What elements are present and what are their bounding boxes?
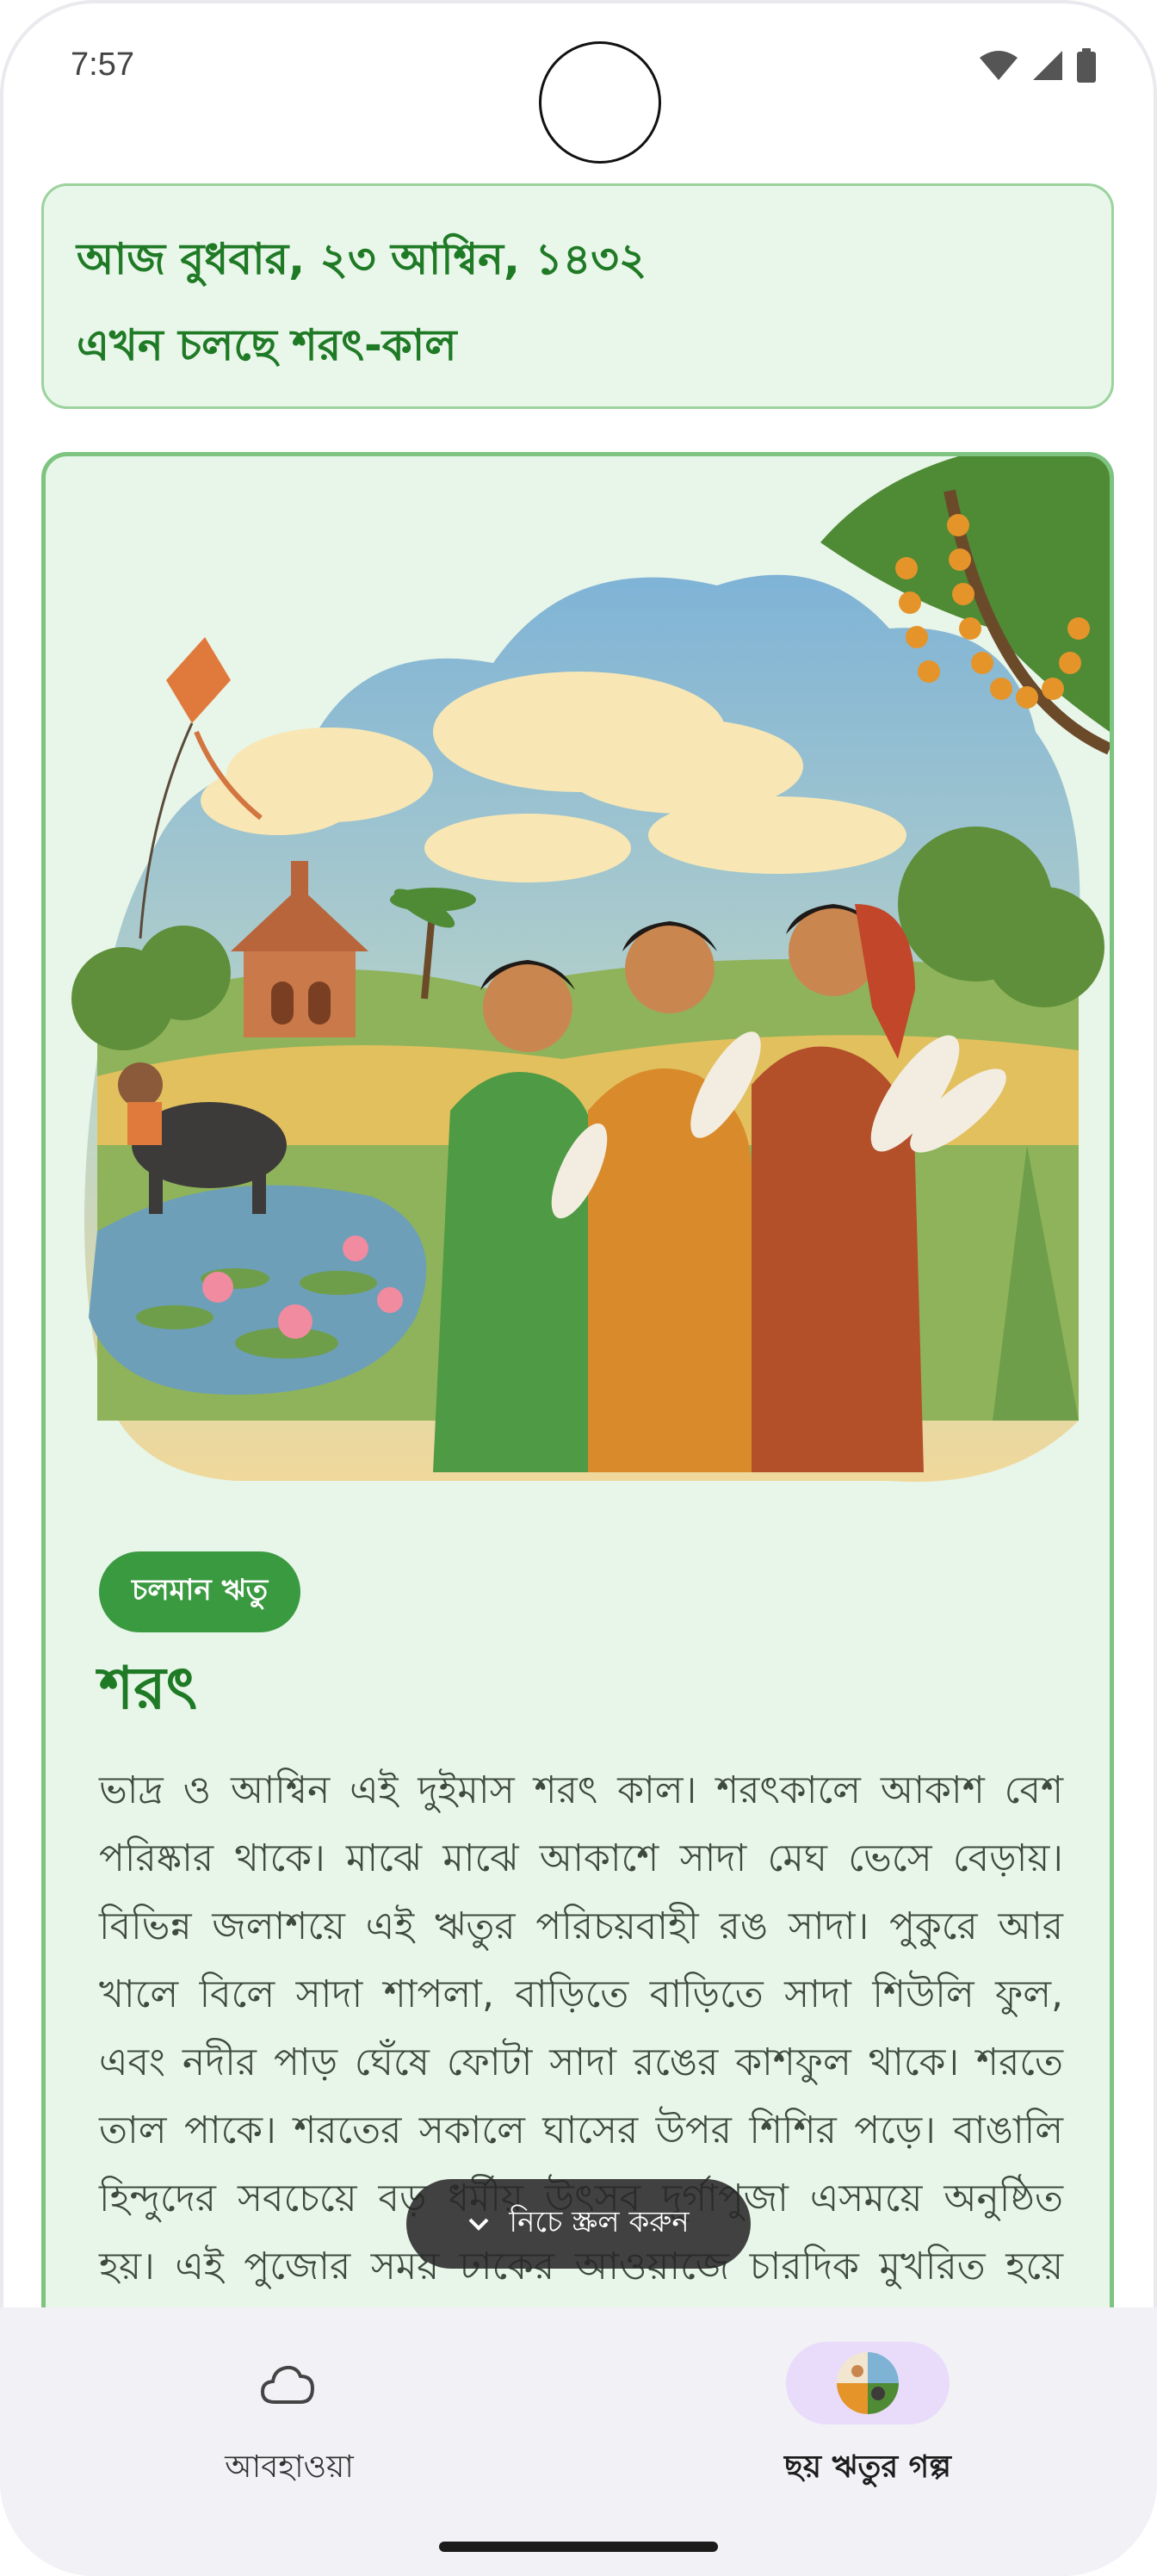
nav-label-seasons: ছয় ঋতুর গল্প xyxy=(784,2449,951,2485)
battery-icon xyxy=(1077,48,1096,83)
season-card: চলমান ঋতু শরৎ ভাদ্র ও আশ্বিন এই দুইমাস শ… xyxy=(41,452,1114,2346)
phone-screen: 7:57 আজ বুধবার, ২৩ আশ্বিন, ১৪৩২ এখন চলছে… xyxy=(0,0,1157,2576)
nav-item-seasons[interactable]: ছয় ঋতুর গল্প xyxy=(687,2342,1049,2495)
cloud-icon xyxy=(260,2365,315,2404)
current-season-chip: চলমান ঋতু xyxy=(99,1551,301,1632)
season-title: শরৎ xyxy=(99,1655,197,1723)
autumn-illustration xyxy=(71,456,1110,1483)
current-season-text: এখন চলছে শরৎ-কাল xyxy=(77,320,457,370)
scroll-down-label: নিচে স্ক্রল করুন xyxy=(509,2204,690,2239)
nav-icon-container-active xyxy=(786,2342,950,2424)
camera-cutout xyxy=(539,41,661,164)
wifi-icon xyxy=(980,51,1018,80)
status-icons xyxy=(978,48,1097,83)
chevron-down-icon xyxy=(468,2218,489,2231)
date-text: আজ বুধবার, ২৩ আশ্বিন, ১৪৩২ xyxy=(77,234,647,284)
signal-icon xyxy=(1033,51,1062,80)
home-indicator[interactable] xyxy=(439,2542,718,2552)
nav-item-weather[interactable]: আবহাওয়া xyxy=(108,2342,470,2495)
seasons-icon xyxy=(837,2352,899,2414)
status-time: 7:57 xyxy=(71,46,134,83)
nav-icon-container xyxy=(207,2342,371,2424)
bottom-navigation: আবহাওয়া ছয় ঋতুর গল্প xyxy=(0,2307,1157,2576)
nav-label-weather: আবহাওয়া xyxy=(225,2449,354,2485)
scroll-down-button[interactable]: নিচে স্ক্রল করুন xyxy=(406,2179,751,2269)
date-card: আজ বুধবার, ২৩ আশ্বিন, ১৪৩২ এখন চলছে শরৎ-… xyxy=(41,183,1114,409)
